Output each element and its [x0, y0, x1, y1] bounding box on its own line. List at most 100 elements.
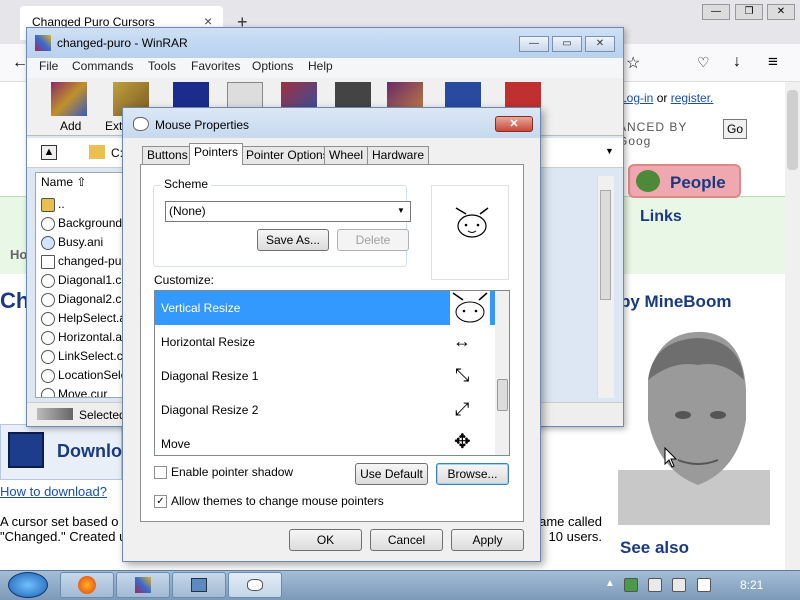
allow-themes-row[interactable]: ✓ Allow themes to change mouse pointers: [154, 494, 384, 509]
browser-maximize-button[interactable]: ❐: [735, 4, 763, 20]
firefox-icon: [78, 576, 96, 594]
control-panel-icon: [191, 578, 207, 592]
taskbar-firefox[interactable]: [60, 572, 114, 598]
winrar-icon: [35, 35, 51, 51]
network-tray-icon[interactable]: [672, 578, 686, 592]
add-icon[interactable]: [51, 82, 87, 116]
tab-pointer-options[interactable]: Pointer Options: [241, 146, 334, 164]
taskbar-control-panel[interactable]: [172, 572, 226, 598]
winrar-titlebar[interactable]: changed-puro - WinRAR — ▭ ✕: [27, 28, 623, 58]
how-to-download-link[interactable]: How to download?: [0, 484, 107, 499]
delete-button[interactable]: Delete: [337, 229, 409, 251]
taskbar-mouse-properties[interactable]: [228, 572, 282, 598]
tab-buttons[interactable]: Buttons: [142, 146, 193, 164]
winrar-menubar: File Commands Tools Favorites Options He…: [27, 58, 623, 78]
mouse-icon: [133, 117, 149, 131]
start-button[interactable]: [8, 572, 48, 598]
cursor-row[interactable]: Diagonal Resize 1 ⤡: [155, 359, 495, 393]
winrar-maximize-button[interactable]: ▭: [552, 36, 582, 52]
scheme-group: [153, 185, 407, 267]
cursor-file-icon: [41, 311, 55, 326]
mouse-pointer-icon: [664, 447, 678, 468]
address-dropdown-icon[interactable]: ▼: [605, 146, 614, 156]
cursor-list-scrollbar[interactable]: [495, 291, 509, 455]
horizontal-resize-icon: ↔: [453, 331, 471, 351]
tab-hardware[interactable]: Hardware: [367, 146, 430, 164]
floppy-disk-icon: [8, 432, 44, 468]
register-link[interactable]: register.: [671, 91, 714, 105]
status-text: Selected: [79, 408, 126, 422]
taskbar-winrar[interactable]: [116, 572, 170, 598]
dialog-titlebar[interactable]: Mouse Properties ✕: [123, 108, 540, 138]
file-name: Diagonal2.cu: [58, 292, 129, 306]
winrar-close-button[interactable]: ✕: [585, 36, 615, 52]
search-go-button[interactable]: Go: [723, 119, 747, 139]
cursor-row[interactable]: Diagonal Resize 2 ⤢: [155, 393, 495, 427]
menu-file[interactable]: File: [39, 59, 58, 73]
cursor-row[interactable]: Move ✥: [155, 427, 495, 455]
download-icon[interactable]: ↓: [733, 53, 741, 71]
sort-up-icon: ⇧: [76, 175, 87, 189]
file-name: HelpSelect.ar: [58, 311, 131, 325]
bookmark-star-icon[interactable]: ☆: [626, 53, 640, 73]
cursor-row-label: Vertical Resize: [161, 301, 241, 315]
cursor-row[interactable]: Horizontal Resize ↔: [155, 325, 495, 359]
file-name: Horizontal.ar: [58, 330, 127, 344]
use-default-button[interactable]: Use Default: [355, 463, 428, 485]
dialog-title: Mouse Properties: [155, 118, 250, 132]
browser-minimize-button[interactable]: —: [702, 4, 730, 20]
volume-muted-icon[interactable]: [697, 578, 711, 592]
pocket-icon[interactable]: ♡: [697, 54, 710, 71]
author-portrait: [618, 331, 770, 525]
winrar-taskbar-icon: [135, 577, 151, 593]
cursor-row[interactable]: Vertical Resize: [155, 291, 495, 325]
move-icon: ✥: [454, 431, 471, 453]
scheme-label: Scheme: [161, 177, 212, 191]
file-name: LocationSele: [58, 368, 128, 382]
up-folder-icon[interactable]: ▲: [41, 145, 57, 160]
menu-icon[interactable]: ≡: [768, 52, 778, 72]
cursor-list-scroll-thumb[interactable]: [497, 379, 508, 411]
chevron-down-icon[interactable]: ▼: [397, 206, 405, 215]
pointers-panel: Scheme (None) ▼ Save As... Delete Custom…: [140, 164, 524, 522]
login-link[interactable]: Log-in: [620, 91, 653, 105]
flag-tray-icon[interactable]: [648, 578, 662, 592]
scheme-dropdown[interactable]: (None): [165, 201, 411, 222]
save-as-button[interactable]: Save As...: [257, 229, 329, 251]
mouse-taskbar-icon: [247, 579, 263, 591]
links-heading[interactable]: Links: [640, 208, 682, 226]
enable-shadow-label: Enable pointer shadow: [171, 465, 294, 479]
page-scrollbar-thumb[interactable]: [787, 90, 798, 170]
add-button-label[interactable]: Add: [60, 119, 81, 133]
winrar-minimize-button[interactable]: —: [519, 36, 549, 52]
cursor-file-icon: [41, 235, 55, 250]
browse-button[interactable]: Browse...: [436, 463, 509, 485]
apply-button[interactable]: Apply: [451, 529, 524, 551]
download-link[interactable]: Downlo: [57, 441, 122, 462]
menu-options[interactable]: Options: [252, 59, 293, 73]
menu-commands[interactable]: Commands: [72, 59, 133, 73]
menu-help[interactable]: Help: [308, 59, 333, 73]
menu-favorites[interactable]: Favorites: [191, 59, 240, 73]
enable-shadow-row[interactable]: Enable pointer shadow: [154, 465, 294, 480]
winrar-list-scroll-thumb[interactable]: [600, 190, 611, 300]
search-box[interactable]: ANCED BY Goog: [618, 120, 722, 148]
enable-shadow-checkbox[interactable]: [154, 466, 167, 480]
file-name: Busy.ani: [58, 235, 104, 249]
drive-key-icon: [37, 408, 73, 420]
dialog-close-button[interactable]: ✕: [495, 116, 533, 132]
ok-button[interactable]: OK: [289, 529, 362, 551]
allow-themes-checkbox[interactable]: ✓: [154, 495, 167, 509]
show-hidden-icons[interactable]: ▲: [605, 578, 615, 589]
tab-wheel[interactable]: Wheel: [324, 146, 369, 164]
tab-pointers[interactable]: Pointers: [189, 143, 244, 165]
security-tray-icon[interactable]: [624, 578, 638, 592]
home-link[interactable]: Ho: [10, 247, 27, 262]
menu-tools[interactable]: Tools: [148, 59, 176, 73]
taskbar-clock[interactable]: 8:21: [740, 578, 763, 592]
cursor-preview: [431, 185, 509, 280]
name-column-label: Name: [41, 175, 74, 189]
cancel-button[interactable]: Cancel: [370, 529, 443, 551]
login-or: or: [653, 91, 671, 105]
browser-close-button[interactable]: ✕: [767, 4, 795, 20]
